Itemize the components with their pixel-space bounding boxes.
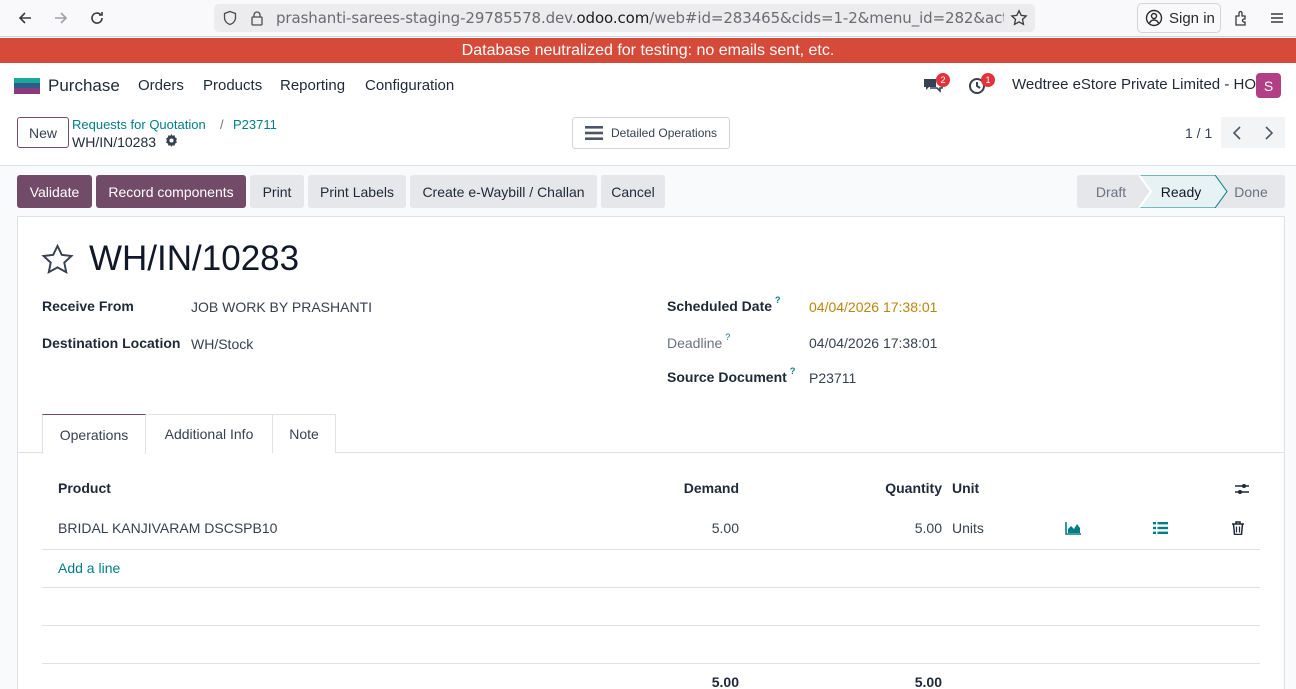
company-switcher[interactable]: Wedtree eStore Private Limited - HO <box>1012 76 1256 93</box>
scheduled-date-label: Scheduled Date? <box>667 295 781 314</box>
deadline-value: 04/04/2026 17:38:01 <box>809 335 938 351</box>
detailed-operations-label: Detailed Operations <box>611 126 718 140</box>
pager-previous-icon[interactable] <box>1221 117 1253 148</box>
deadline-label-text: Deadline <box>667 335 723 351</box>
lock-icon <box>251 11 263 26</box>
new-button[interactable]: New <box>17 117 69 148</box>
help-icon[interactable]: ? <box>790 366 796 376</box>
user-avatar[interactable]: S <box>1256 73 1281 98</box>
reload-icon[interactable] <box>84 6 110 30</box>
sign-in-label: Sign in <box>1169 9 1215 27</box>
sign-in-button[interactable]: Sign in <box>1137 3 1221 33</box>
list-icon <box>585 126 603 140</box>
status-done[interactable]: Done <box>1226 175 1276 208</box>
column-unit[interactable]: Unit <box>952 480 979 496</box>
tab-note[interactable]: Note <box>272 414 336 453</box>
forecast-chart-icon[interactable] <box>1065 521 1082 538</box>
help-icon[interactable]: ? <box>775 295 781 305</box>
row-demand[interactable]: 5.00 <box>620 520 739 536</box>
source-document-label-text: Source Document <box>667 369 787 385</box>
destination-label: Destination Location <box>42 335 181 351</box>
record-title: WH/IN/10283 <box>89 239 300 278</box>
tab-additional-info[interactable]: Additional Info <box>146 414 273 453</box>
browser-toolbar: prashanti-sarees-staging-29785578.dev.od… <box>0 0 1296 37</box>
cancel-button[interactable]: Cancel <box>601 175 665 208</box>
main-navbar: Purchase Orders Products Reporting Confi… <box>0 63 1296 108</box>
menu-orders[interactable]: Orders <box>138 77 184 94</box>
breadcrumb-po[interactable]: P23711 <box>233 117 277 132</box>
column-quantity[interactable]: Quantity <box>823 480 942 496</box>
detailed-operations-button[interactable]: Detailed Operations <box>572 117 730 149</box>
row-unit: Units <box>952 520 984 536</box>
row-divider <box>42 587 1260 588</box>
control-panel: New Requests for Quotation / P23711 WH/I… <box>0 108 1296 166</box>
row-quantity[interactable]: 5.00 <box>823 520 942 536</box>
create-ewaybill-button[interactable]: Create e-Waybill / Challan <box>410 175 597 208</box>
breadcrumb-rfq[interactable]: Requests for Quotation <box>72 117 206 132</box>
delete-trash-icon[interactable] <box>1232 521 1244 538</box>
extensions-icon[interactable] <box>1229 6 1255 30</box>
breadcrumb-separator: / <box>220 117 224 132</box>
scheduled-date-value[interactable]: 04/04/2026 17:38:01 <box>809 299 937 315</box>
menu-icon[interactable] <box>1264 6 1290 30</box>
print-button[interactable]: Print <box>250 175 304 208</box>
status-draft[interactable]: Draft <box>1083 175 1139 208</box>
receive-from-value[interactable]: JOB WORK BY PRASHANTI <box>191 299 372 315</box>
pager-next-icon[interactable] <box>1253 117 1285 148</box>
gear-icon[interactable] <box>165 134 178 150</box>
deadline-label: Deadline? <box>667 332 730 351</box>
back-icon[interactable] <box>12 6 38 30</box>
activities-badge: 1 <box>981 73 995 87</box>
bookmark-star-icon[interactable] <box>1010 9 1028 27</box>
optional-columns-icon[interactable] <box>1234 481 1250 500</box>
forward-icon[interactable] <box>48 6 74 30</box>
record-components-button[interactable]: Record components <box>96 175 246 208</box>
row-divider <box>42 549 1260 550</box>
app-name[interactable]: Purchase <box>48 76 120 96</box>
column-demand[interactable]: Demand <box>620 480 739 496</box>
total-demand: 5.00 <box>711 674 739 689</box>
messages-badge: 2 <box>936 73 950 87</box>
shield-icon <box>223 10 237 26</box>
total-quantity: 5.00 <box>914 674 942 689</box>
source-document-label: Source Document? <box>667 366 796 385</box>
add-line-link[interactable]: Add a line <box>58 560 120 576</box>
row-divider <box>42 663 1260 664</box>
pager-value[interactable]: 1 / 1 <box>1185 125 1212 141</box>
column-product[interactable]: Product <box>58 480 111 496</box>
menu-products[interactable]: Products <box>203 77 262 94</box>
address-bar[interactable]: prashanti-sarees-staging-29785578.dev.od… <box>214 4 1035 32</box>
status-ready[interactable]: Ready <box>1150 175 1212 208</box>
breadcrumb-current: WH/IN/10283 <box>72 134 157 150</box>
neutralized-banner: Database neutralized for testing: no ema… <box>0 38 1296 63</box>
row-divider <box>42 625 1260 626</box>
validate-button[interactable]: Validate <box>17 175 92 208</box>
print-labels-button[interactable]: Print Labels <box>308 175 406 208</box>
favorite-star-icon[interactable] <box>41 244 74 275</box>
menu-configuration[interactable]: Configuration <box>365 77 454 94</box>
account-icon <box>1145 9 1163 27</box>
destination-value[interactable]: WH/Stock <box>191 336 253 352</box>
receive-from-label: Receive From <box>42 298 134 314</box>
url-text: prashanti-sarees-staging-29785578.dev.od… <box>276 9 1004 27</box>
tab-operations[interactable]: Operations <box>42 414 146 454</box>
scheduled-date-label-text: Scheduled Date <box>667 298 773 314</box>
row-product[interactable]: BRIDAL KANJIVARAM DSCSPB10 <box>58 520 277 536</box>
detailed-list-icon[interactable] <box>1153 521 1168 538</box>
purchase-app-icon[interactable] <box>14 78 40 94</box>
source-document-value[interactable]: P23711 <box>809 370 856 386</box>
menu-reporting[interactable]: Reporting <box>280 77 345 94</box>
help-icon[interactable]: ? <box>725 332 730 342</box>
